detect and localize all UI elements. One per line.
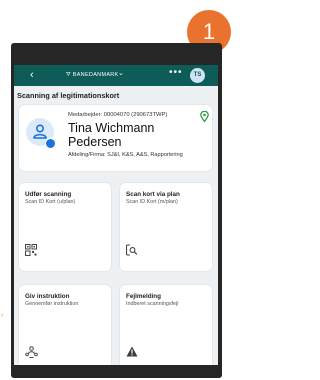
tile-title: Udfør scanning	[25, 191, 72, 198]
employee-id: Medarbejder: 00004070 (290673TWP)	[68, 112, 168, 118]
employee-department: Afdeling/Firma: SJ&I, K&S, A&S, Rapporte…	[68, 152, 183, 158]
tile-title: Giv instruktion	[25, 293, 70, 300]
tile-subtitle: Gennemfør instruktion	[25, 301, 79, 307]
scan-search-icon	[126, 244, 138, 256]
tile-scan-kort-via-plan[interactable]: Scan kort via plan Scan ID Kort (m/plan)	[120, 183, 212, 271]
employee-avatar	[26, 118, 56, 149]
app-screen: ‹ ⛛ BANEDANMARK ⌄ ••• TS Scanning af leg…	[14, 65, 218, 365]
employee-card: Medarbejder: 00004070 (290673TWP) Tina W…	[19, 105, 212, 171]
employee-name: Tina Wichmann Pedersen	[68, 121, 155, 149]
tile-giv-instruktion[interactable]: Giv instruktion Gennemfør instruktion	[19, 285, 111, 365]
page-title: Scanning af legitimationskort	[17, 91, 120, 100]
back-button[interactable]: ‹	[30, 68, 34, 82]
instruction-icon	[25, 346, 38, 358]
tile-title: Scan kort via plan	[126, 191, 180, 198]
qr-code-icon	[25, 244, 37, 256]
tile-subtitle: Scan ID Kort (m/plan)	[126, 199, 178, 205]
tile-udfor-scanning[interactable]: Udfør scanning Scan ID Kort (u/plan)	[19, 183, 111, 271]
tile-subtitle: Scan ID Kort (u/plan)	[25, 199, 76, 205]
annotation-arrow-icon: ›	[1, 313, 3, 319]
warning-icon	[126, 346, 138, 357]
chevron-down-icon[interactable]: ⌄	[118, 69, 124, 79]
brand-logo: ⛛ BANEDANMARK	[66, 72, 119, 78]
person-icon	[33, 124, 47, 139]
app-header-bar: ‹ ⛛ BANEDANMARK ⌄ ••• TS	[14, 65, 218, 86]
tile-fejlmelding[interactable]: Fejlmelding Indberet scanningsfejl	[120, 285, 212, 365]
camera-icon[interactable]	[45, 138, 56, 149]
tile-title: Fejlmelding	[126, 293, 161, 300]
tile-subtitle: Indberet scanningsfejl	[126, 301, 179, 307]
location-pin-icon	[200, 111, 209, 122]
more-options-button[interactable]: •••	[169, 67, 183, 79]
user-avatar-button[interactable]: TS	[190, 68, 205, 83]
